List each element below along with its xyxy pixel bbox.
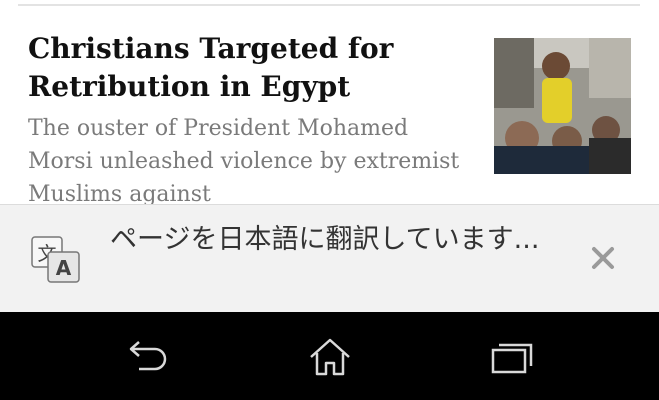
article-summary: The ouster of President Mohamed Morsi un… xyxy=(28,116,460,204)
news-article-card[interactable]: Christians Targeted for Retribution in E… xyxy=(0,0,659,204)
close-button[interactable] xyxy=(580,235,626,281)
news-photo-icon xyxy=(494,38,631,174)
divider xyxy=(18,4,640,6)
system-navigation-bar xyxy=(0,312,659,400)
svg-text:A: A xyxy=(56,256,72,280)
recents-icon xyxy=(491,343,533,374)
back-icon xyxy=(129,341,167,371)
close-icon xyxy=(592,247,614,269)
translate-bar: 文 A ページを日本語に翻訳しています... xyxy=(0,204,659,312)
home-icon xyxy=(310,338,350,376)
article-headline[interactable]: Christians Targeted for Retribution in E… xyxy=(28,30,478,106)
home-button[interactable] xyxy=(300,334,360,380)
recents-button[interactable] xyxy=(482,334,542,380)
article-thumbnail[interactable] xyxy=(494,38,631,174)
back-button[interactable] xyxy=(118,334,178,380)
translate-icon: 文 A xyxy=(30,235,82,285)
translating-status-text: ページを日本語に翻訳しています... xyxy=(110,224,540,255)
